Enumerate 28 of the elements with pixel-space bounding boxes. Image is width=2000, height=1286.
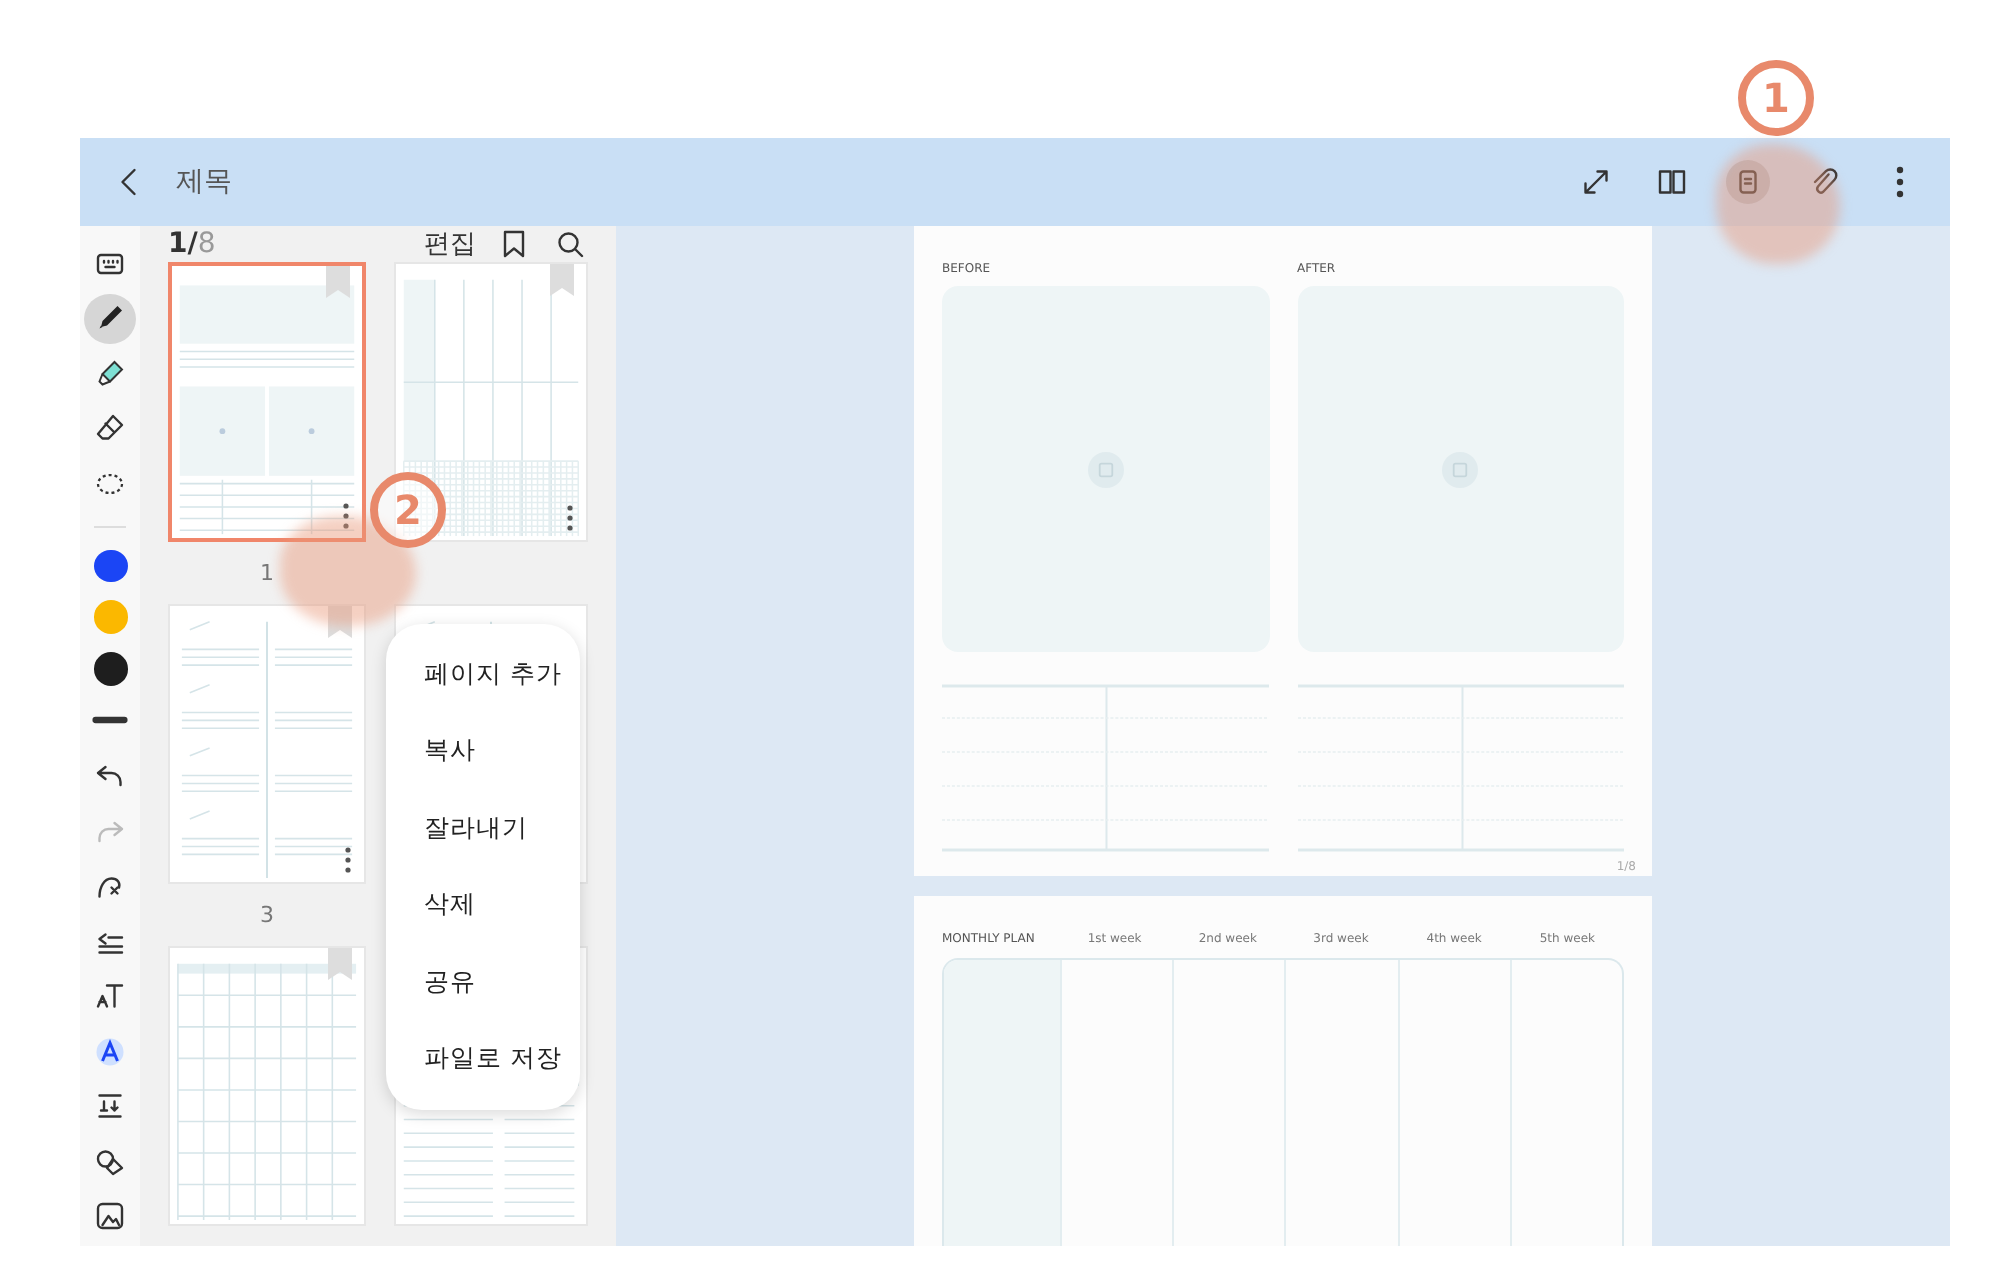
menu-item[interactable]: 삭제 (386, 867, 580, 944)
search-icon[interactable] (552, 226, 588, 262)
highlight-smudge (1716, 144, 1840, 264)
font-icon (92, 1033, 128, 1070)
menu-item[interactable]: 파일로 저장 (386, 1021, 580, 1098)
menu-item[interactable]: 잘라내기 (386, 790, 580, 867)
step-number-badge: 2 (370, 472, 446, 548)
menu-item[interactable]: 복사 (386, 713, 580, 790)
menu-item[interactable]: 공유 (386, 944, 580, 1021)
page-number: 3 (260, 902, 274, 928)
step-number-badge: 1 (1738, 60, 1814, 136)
edit-button[interactable]: 편집 (424, 226, 476, 262)
more-icon[interactable] (342, 502, 350, 530)
note-title: 제목 (176, 164, 232, 200)
image-icon (1442, 451, 1479, 487)
page-number: 1 (260, 560, 274, 586)
highlighter-icon (92, 355, 128, 392)
page-counter: 1/8 (168, 228, 216, 260)
more-icon[interactable] (566, 504, 574, 532)
pen-tool[interactable] (84, 293, 136, 345)
image-icon (92, 1198, 128, 1235)
more-icon[interactable] (344, 846, 352, 874)
image-icon (1087, 451, 1124, 487)
menu-item[interactable]: 페이지 추가 (386, 636, 580, 713)
color-swatch[interactable] (93, 600, 127, 635)
color-swatch[interactable] (93, 652, 127, 686)
color-swatch[interactable] (93, 549, 127, 583)
line-thickness-icon (92, 716, 128, 725)
